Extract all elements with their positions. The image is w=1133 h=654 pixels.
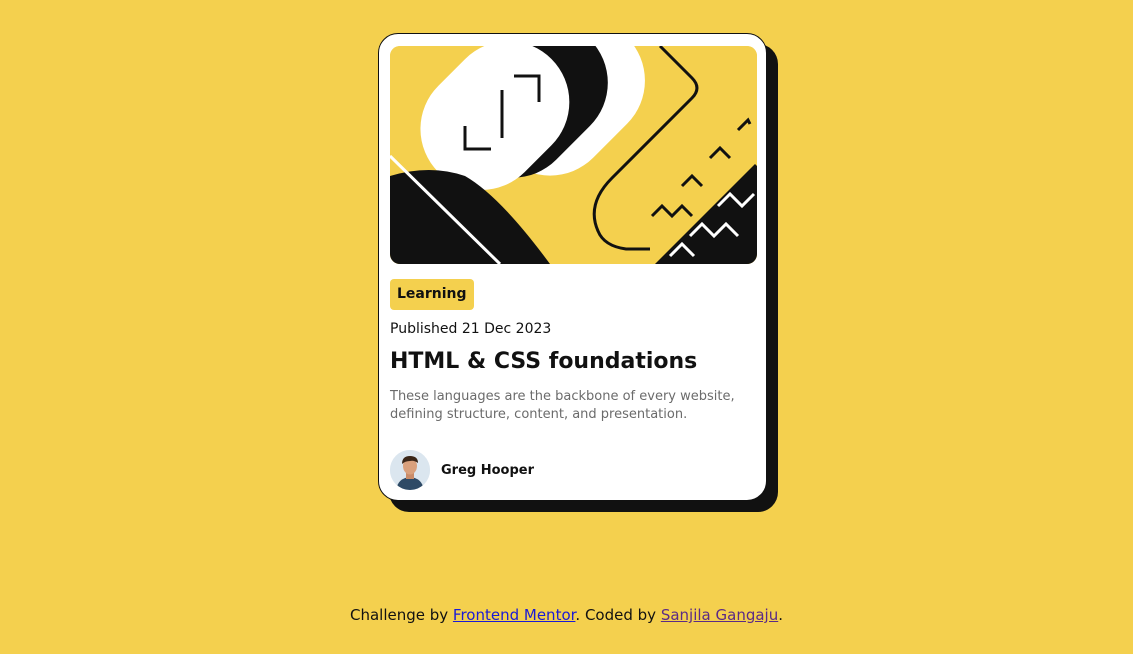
avatar — [390, 450, 430, 490]
author-info: Greg Hooper — [390, 450, 534, 490]
coder-link[interactable]: Sanjila Gangaju — [661, 606, 778, 624]
card-title[interactable]: HTML & CSS foundations — [390, 348, 755, 376]
category-tag: Learning — [390, 279, 474, 310]
attribution-middle: . Coded by — [575, 606, 661, 624]
author-name: Greg Hooper — [441, 462, 535, 478]
published-date: Published 21 Dec 2023 — [390, 321, 552, 337]
hero-illustration — [390, 46, 757, 264]
card-description: These languages are the backbone of ever… — [390, 389, 735, 422]
attribution-footer: Challenge by Frontend Mentor. Coded by S… — [0, 605, 1133, 625]
blog-card: Learning Published 21 Dec 2023 HTML & CS… — [378, 33, 767, 501]
attribution-suffix: . — [778, 606, 784, 624]
frontend-mentor-link[interactable]: Frontend Mentor — [453, 606, 576, 624]
attribution-prefix: Challenge by — [349, 606, 453, 624]
